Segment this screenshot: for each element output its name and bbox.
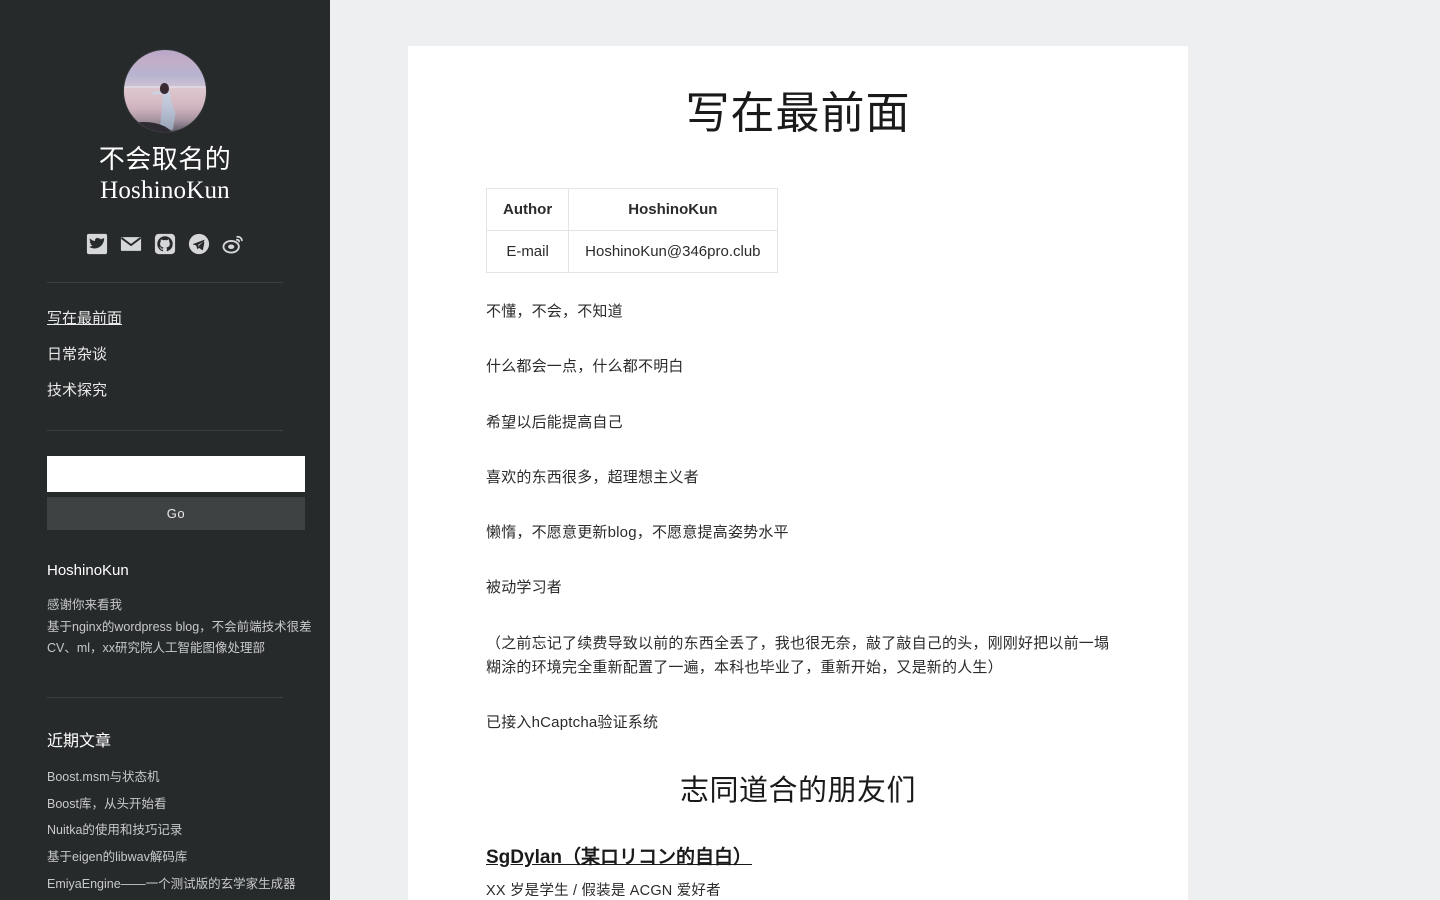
list-item: 基于eigen的libwav解码库	[47, 845, 283, 872]
paragraph-8: 已接入hCaptcha验证系统	[486, 695, 1110, 750]
about-line-3: CV、ml，xx研究院人工智能图像处理部	[47, 638, 283, 660]
about-line-2: 基于nginx的wordpress blog，不会前端技术很差	[47, 617, 283, 639]
list-item: Boost库，从头开始看	[47, 791, 283, 818]
social-link-email[interactable]	[119, 232, 143, 256]
list-item: Boost.msm与状态机	[47, 765, 283, 792]
friends-section-title: 志同道合的朋友们	[486, 773, 1110, 811]
table-cell-author-key: Author	[487, 189, 569, 231]
paragraph-1: 不懂，不会，不知道	[486, 273, 1110, 339]
telegram-icon	[188, 233, 210, 255]
table-cell-author-value: HoshinoKun	[569, 189, 777, 231]
site-title[interactable]: 不会取名的 HoshinoKun	[47, 144, 283, 206]
recent-posts-title: 近期文章	[47, 727, 283, 751]
table-row: E-mail HoshinoKun@346pro.club	[487, 231, 778, 273]
social-links	[47, 232, 283, 256]
avatar-wrapper	[47, 0, 283, 132]
recent-post-link-5[interactable]: EmiyaEngine——一个测试版的玄学家生成器	[47, 871, 283, 898]
social-link-telegram[interactable]	[187, 232, 211, 256]
paragraph-3: 希望以后能提高自己	[486, 395, 1110, 450]
twitter-icon	[86, 233, 108, 255]
list-item: Nuitka的使用和技巧记录	[47, 818, 283, 845]
about-line-1: 感谢你来看我	[47, 595, 283, 617]
page-root: 不会取名的 HoshinoKun	[0, 0, 1440, 900]
paragraph-6: 被动学习者	[486, 560, 1110, 615]
paragraph-4: 喜欢的东西很多，超理想主义者	[486, 450, 1110, 505]
paragraph-5: 懒惰，不愿意更新blog，不愿意提高姿势水平	[486, 505, 1110, 560]
email-icon	[120, 233, 142, 255]
page-title: 写在最前面	[486, 86, 1110, 141]
weibo-icon	[222, 233, 244, 255]
paragraph-7: （之前忘记了续费导致以前的东西全丢了，我也很无奈，敲了敲自己的头，刚刚好把以前一…	[486, 616, 1110, 696]
avatar[interactable]	[124, 50, 206, 132]
search-submit-button[interactable]: Go	[47, 497, 305, 530]
entry-content: 不懂，不会，不知道 什么都会一点，什么都不明白 希望以后能提高自己 喜欢的东西很…	[486, 273, 1110, 900]
nav-item-tech[interactable]: 技术探究	[47, 373, 283, 409]
sidebar-nav: 写在最前面 日常杂谈 技术探究	[47, 283, 283, 409]
recent-post-link-1[interactable]: Boost.msm与状态机	[47, 765, 283, 792]
article-card: 写在最前面 Author HoshinoKun E-mail HoshinoKu…	[408, 46, 1188, 900]
author-info-table: Author HoshinoKun E-mail HoshinoKun@346p…	[486, 188, 778, 273]
paragraph-2: 什么都会一点，什么都不明白	[486, 339, 1110, 394]
recent-post-link-3[interactable]: Nuitka的使用和技巧记录	[47, 818, 283, 845]
about-widget-title: HoshinoKun	[47, 562, 283, 580]
search-form: Go	[47, 431, 283, 530]
nav-item-daily[interactable]: 日常杂谈	[47, 337, 283, 373]
table-row: Author HoshinoKun	[487, 189, 778, 231]
github-icon	[154, 233, 176, 255]
social-link-weibo[interactable]	[221, 232, 245, 256]
list-item: EmiyaEngine——一个测试版的玄学家生成器	[47, 871, 283, 898]
avatar-figure-head	[160, 83, 169, 94]
table-cell-email-key: E-mail	[487, 231, 569, 273]
friend-link-sgdylan[interactable]: SgDylan（某ロリコン的自白）	[486, 847, 752, 868]
recent-post-link-2[interactable]: Boost库，从头开始看	[47, 791, 283, 818]
friend-desc-sgdylan: XX 岁是学生 / 假装是 ACGN 爱好者	[486, 871, 1110, 900]
social-link-twitter[interactable]	[85, 232, 109, 256]
recent-post-link-4[interactable]: 基于eigen的libwav解码库	[47, 845, 283, 872]
about-widget-text: 感谢你来看我 基于nginx的wordpress blog，不会前端技术很差 C…	[47, 595, 283, 660]
about-widget: HoshinoKun 感谢你来看我 基于nginx的wordpress blog…	[47, 530, 283, 660]
sidebar: 不会取名的 HoshinoKun	[0, 0, 330, 900]
site-title-line1: 不会取名的	[47, 144, 283, 176]
search-input[interactable]	[47, 456, 305, 492]
nav-item-preface[interactable]: 写在最前面	[47, 301, 283, 337]
site-title-line2: HoshinoKun	[47, 176, 283, 207]
friend-heading-sgdylan: SgDylan（某ロリコン的自白）	[486, 846, 1110, 871]
social-link-github[interactable]	[153, 232, 177, 256]
recent-posts-list: Boost.msm与状态机 Boost库，从头开始看 Nuitka的使用和技巧记…	[47, 765, 283, 898]
recent-posts-widget: 近期文章 Boost.msm与状态机 Boost库，从头开始看 Nuitka的使…	[47, 698, 283, 898]
main-content-area: 写在最前面 Author HoshinoKun E-mail HoshinoKu…	[330, 0, 1440, 900]
table-cell-email-value: HoshinoKun@346pro.club	[569, 231, 777, 273]
